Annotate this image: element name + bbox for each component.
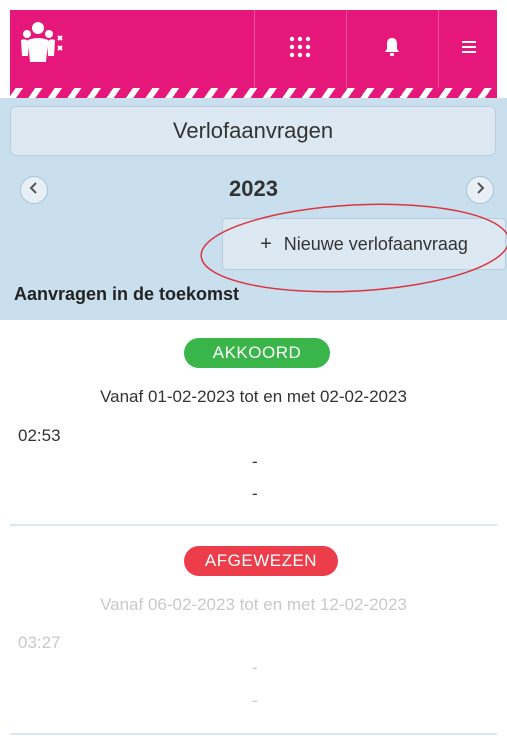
status-badge-rejected: AFGEWEZEN	[184, 546, 338, 576]
request-detail-line: -	[252, 691, 258, 710]
request-time: 02:53	[18, 426, 61, 445]
new-leave-request-button[interactable]: + Nieuwe verlofaanvraag	[222, 218, 506, 270]
top-navbar	[10, 10, 497, 88]
request-period: Vanaf 06-02-2023 tot en met 12-02-2023	[100, 595, 407, 614]
plus-icon: +	[260, 232, 272, 255]
request-detail-line: -	[252, 484, 258, 503]
divider	[10, 733, 497, 735]
request-period: Vanaf 01-02-2023 tot en met 02-02-2023	[100, 387, 407, 406]
people-logo-icon[interactable]	[16, 18, 76, 74]
next-year-button[interactable]	[466, 176, 494, 204]
chevron-right-icon	[475, 181, 485, 199]
status-badge-approved: AKKOORD	[184, 338, 330, 368]
request-detail-line: -	[252, 658, 258, 677]
new-leave-request-label: Nieuwe verlofaanvraag	[283, 233, 468, 254]
menu-button[interactable]	[438, 10, 498, 88]
hamburger-icon	[461, 40, 476, 58]
notifications-button[interactable]	[346, 10, 437, 88]
bell-icon	[384, 37, 400, 62]
apps-button[interactable]	[254, 10, 345, 88]
year-label: 2023	[229, 176, 278, 201]
grid-icon	[289, 36, 311, 63]
page-title: Verlofaanvragen	[10, 106, 496, 156]
decorative-stripe	[10, 88, 497, 98]
request-time: 03:27	[18, 633, 61, 652]
section-heading: Aanvragen in de toekomst	[14, 284, 240, 304]
divider	[10, 524, 497, 526]
request-detail-line: -	[252, 452, 258, 471]
